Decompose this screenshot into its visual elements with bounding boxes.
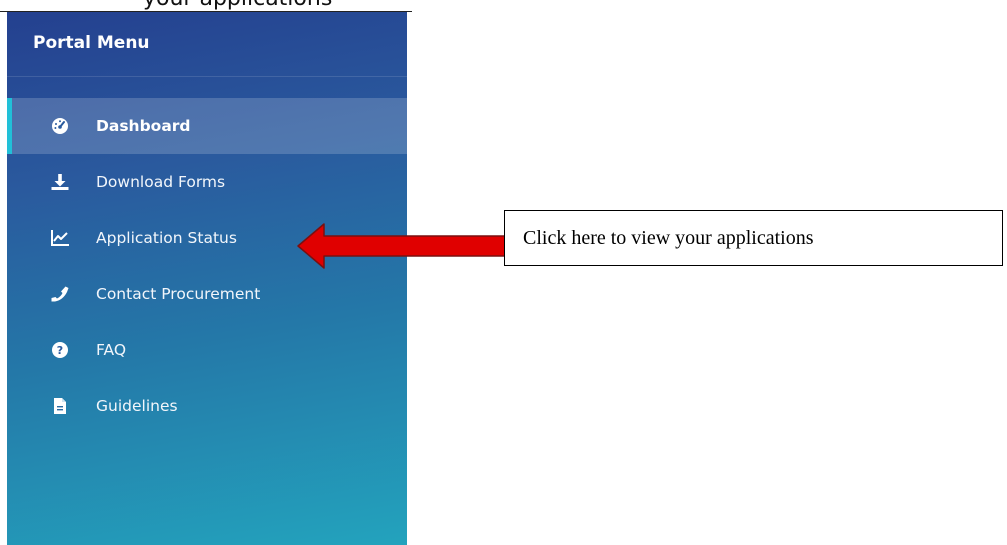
sidebar-item-label: Application Status — [96, 229, 237, 247]
callout-text: Click here to view your applications — [523, 227, 814, 249]
download-icon — [49, 171, 71, 193]
sidebar-item-download-forms[interactable]: Download Forms — [7, 154, 407, 210]
sidebar-title: Portal Menu — [33, 33, 150, 53]
red-arrow-annotation — [297, 223, 507, 269]
portal-sidebar: Portal Menu Dashboard Download Forms App… — [7, 12, 407, 545]
phone-icon — [49, 283, 71, 305]
file-icon — [49, 395, 71, 417]
dashboard-gauge-icon — [49, 115, 71, 137]
sidebar-item-label: Guidelines — [96, 397, 178, 415]
sidebar-header: Portal Menu — [7, 12, 407, 77]
svg-text:?: ? — [57, 344, 63, 357]
sidebar-item-faq[interactable]: ? FAQ — [7, 322, 407, 378]
screenshot-stage: your applications Portal Menu — [0, 0, 1007, 545]
line-chart-icon — [49, 227, 71, 249]
sidebar-item-contact-procurement[interactable]: Contact Procurement — [7, 266, 407, 322]
question-circle-icon: ? — [49, 339, 71, 361]
sidebar-item-label: Download Forms — [96, 173, 226, 191]
sidebar-item-dashboard[interactable]: Dashboard — [7, 98, 407, 154]
sidebar-item-label: FAQ — [96, 341, 127, 359]
sidebar-item-guidelines[interactable]: Guidelines — [7, 378, 407, 434]
sidebar-item-label: Contact Procurement — [96, 285, 261, 303]
page-heading-fragment: your applications — [143, 0, 332, 11]
instruction-callout: Click here to view your applications — [504, 210, 1003, 266]
active-indicator — [7, 98, 12, 154]
sidebar-item-label: Dashboard — [96, 117, 191, 135]
